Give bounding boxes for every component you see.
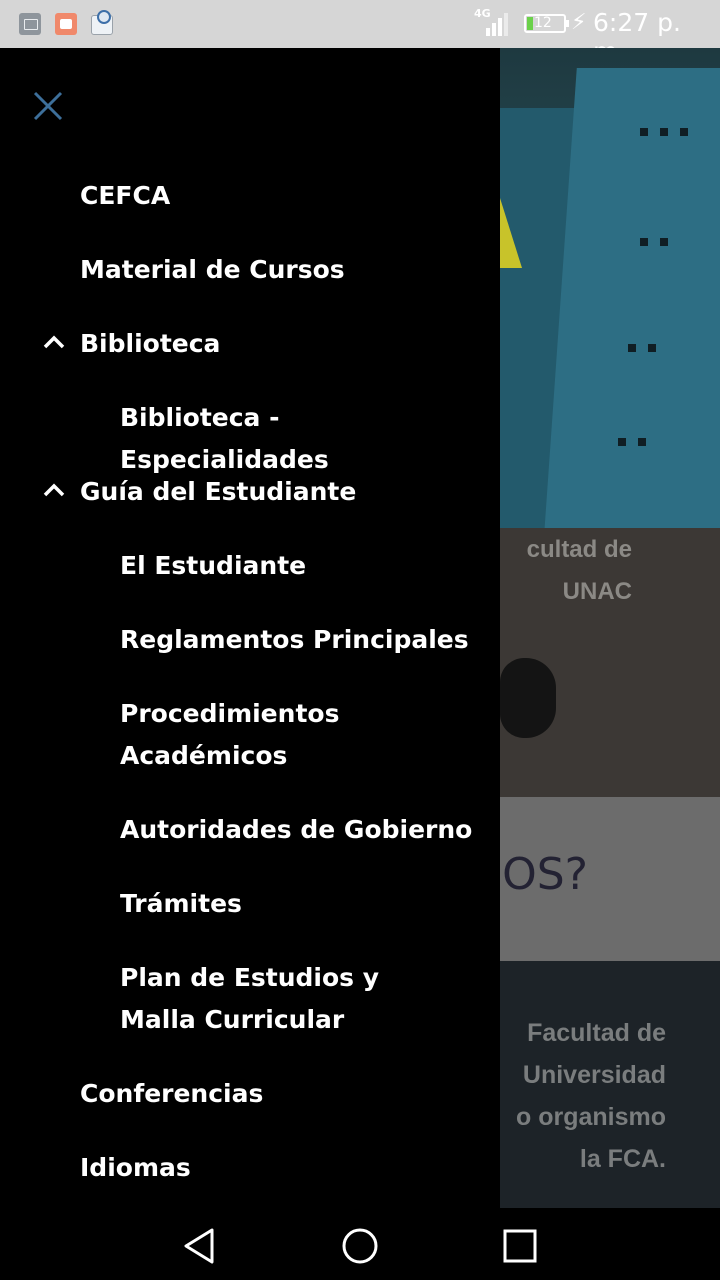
chevron-up-icon xyxy=(43,483,65,497)
home-icon[interactable] xyxy=(340,1226,380,1266)
menu-item-conferencias[interactable]: Conferencias xyxy=(80,1073,263,1115)
submenu-item-procedimientos-academicos[interactable]: Procedimientos Académicos xyxy=(120,693,420,777)
car xyxy=(500,658,556,738)
navigation-drawer: CEFCA Material de Cursos Biblioteca Bibl… xyxy=(0,48,500,1208)
recents-icon[interactable] xyxy=(500,1226,540,1266)
mail-icon xyxy=(91,10,113,35)
submenu-item-reglamentos-principales[interactable]: Reglamentos Principales xyxy=(120,619,480,661)
submenu-item-plan-de-estudios[interactable]: Plan de Estudios y Malla Curricular xyxy=(120,957,440,1041)
screen-recorder-icon xyxy=(55,13,77,35)
menu-item-label: Guía del Estudiante xyxy=(80,477,357,506)
submenu-item-tramites[interactable]: Trámites xyxy=(120,883,480,925)
close-button[interactable] xyxy=(28,86,68,126)
battery-level: 12 xyxy=(534,15,552,31)
submenu-item-autoridades-de-gobierno[interactable]: Autoridades de Gobierno xyxy=(120,809,480,851)
menu-item-label: Biblioteca xyxy=(80,329,221,358)
submenu-item-biblioteca-especialidades[interactable]: Biblioteca - Especialidades xyxy=(120,397,480,481)
menu-item-guia-del-estudiante[interactable]: Guía del Estudiante xyxy=(43,471,357,513)
close-icon xyxy=(33,91,63,121)
network-type: 4G xyxy=(474,7,491,20)
back-icon[interactable] xyxy=(180,1226,220,1266)
signal-icon: 4G xyxy=(474,7,512,38)
system-navigation-bar xyxy=(0,1208,720,1280)
battery-icon: 12 xyxy=(524,14,569,33)
gallery-icon xyxy=(19,13,41,35)
menu-item-cefca[interactable]: CEFCA xyxy=(80,175,170,217)
menu-item-material-de-cursos[interactable]: Material de Cursos xyxy=(80,249,345,291)
status-bar: 4G 12 ⚡ 6:27 p. m. xyxy=(0,0,720,66)
charging-icon: ⚡ xyxy=(571,10,587,35)
chevron-up-icon xyxy=(43,335,65,349)
menu-item-biblioteca[interactable]: Biblioteca xyxy=(43,323,221,365)
submenu-item-el-estudiante[interactable]: El Estudiante xyxy=(120,545,480,587)
menu-item-idiomas[interactable]: Idiomas xyxy=(80,1147,191,1189)
section-heading: OS? xyxy=(502,849,588,900)
